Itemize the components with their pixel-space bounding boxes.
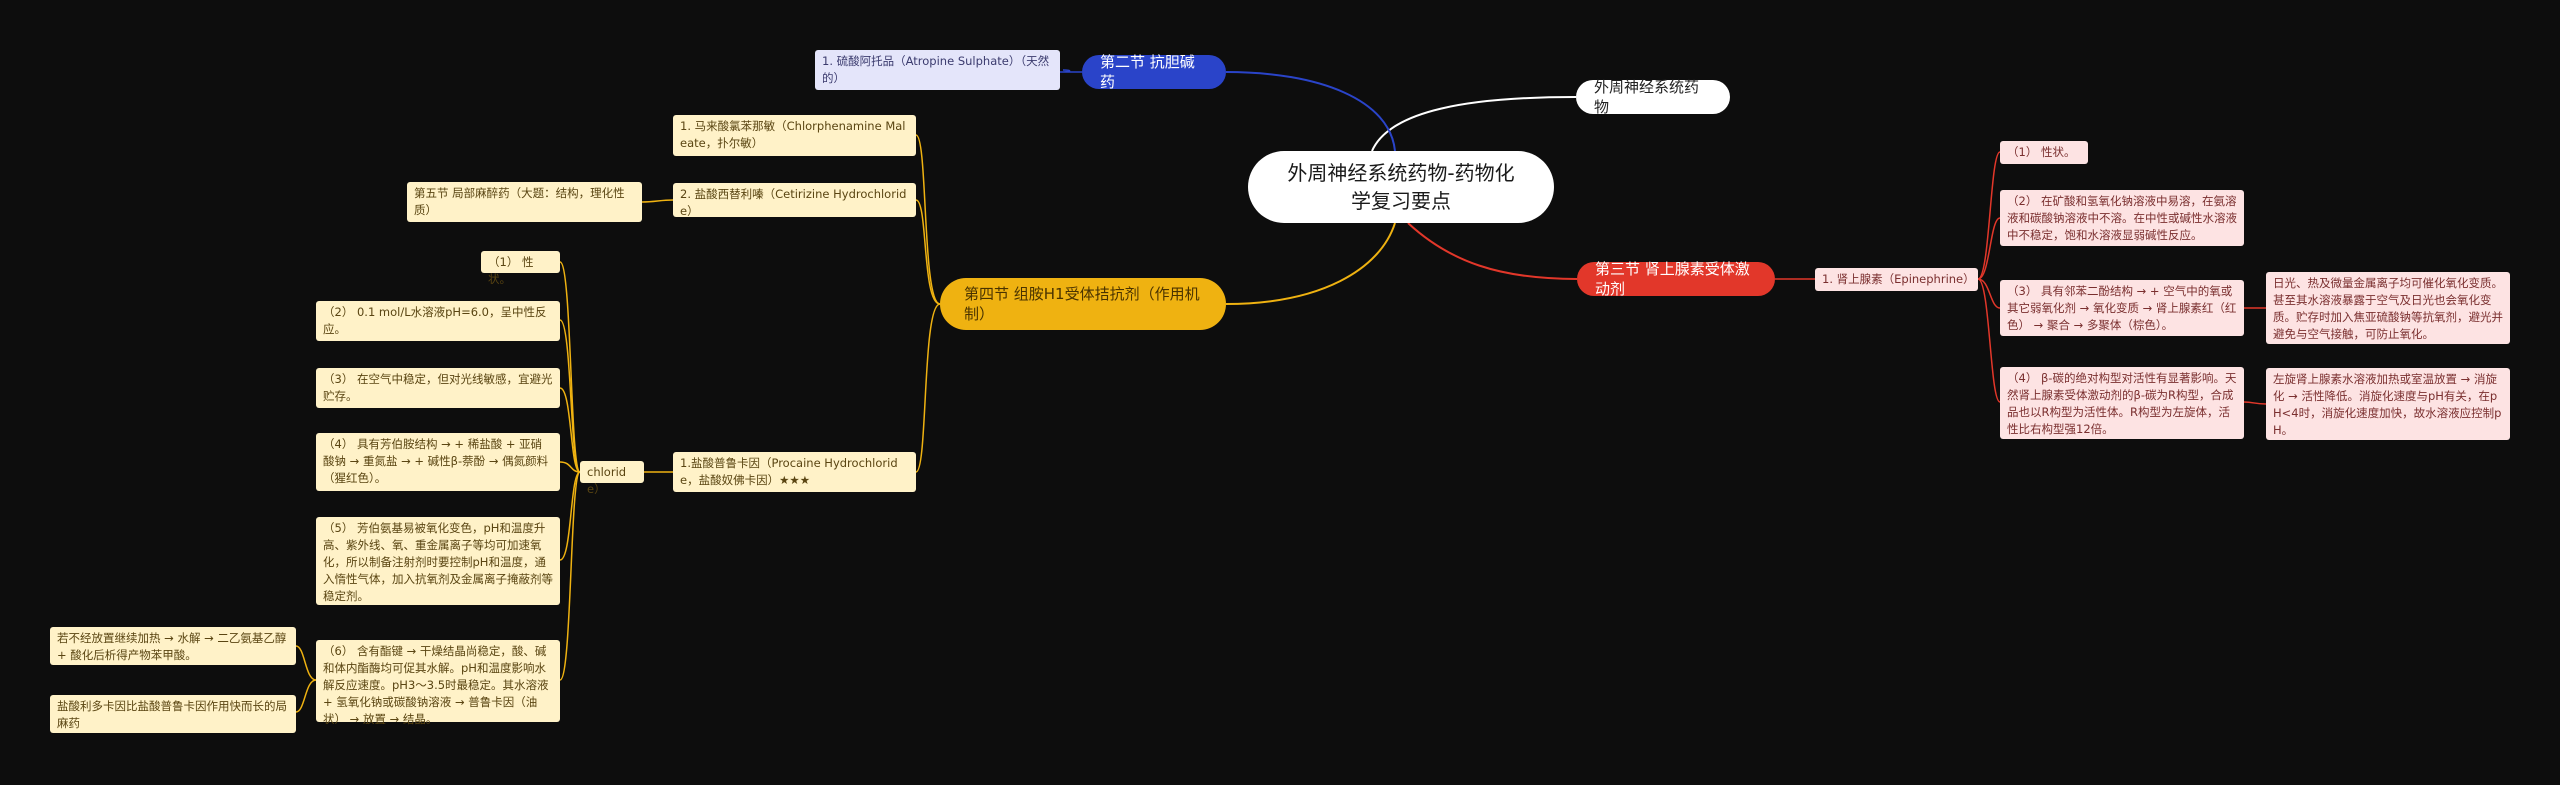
node-epinephrine-prop-1[interactable]: （1） 性状。 — [2000, 141, 2088, 164]
edge-p6-l2 — [295, 679, 317, 713]
node-epinephrine-prop-4[interactable]: （4） β-碳的绝对构型对活性有显著影响。天然肾上腺素受体激动剂的β-碳为R构型… — [2000, 367, 2244, 439]
node-procaine-prop-5[interactable]: （5） 芳伯氨基易被氧化变色，pH和温度升高、紫外线、氧、重金属离子等均可加速氧… — [316, 517, 560, 605]
node-epinephrine-detail-2[interactable]: 左旋肾上腺素水溶液加热或室温放置 → 消旋化 → 活性降低。消旋化速度与pH有关… — [2266, 368, 2510, 440]
node-procaine-prop-1[interactable]: （1） 性状。 — [481, 251, 560, 286]
node-hydrolysis-note[interactable]: 若不经放置继续加热 → 水解 → 二乙氨基乙醇 + 酸化后析得产物苯甲酸。 — [50, 627, 296, 665]
node-atropine-sulphate[interactable]: 1. 硫酸阿托品（Atropine Sulphate）（天然的） — [815, 50, 1060, 90]
node-chloride[interactable]: chloride） — [580, 461, 644, 496]
node-procaine[interactable]: 1.盐酸普鲁卡因（Procaine Hydrochloride，盐酸奴佛卡因）★… — [673, 452, 916, 492]
edge-sub-p1 — [1977, 151, 2001, 280]
edge-p6-l1 — [295, 645, 317, 681]
branch-adrenergic-agonists[interactable]: 第三节 肾上腺素受体激动剂 — [1577, 260, 1775, 298]
edge-sub-p4 — [1977, 278, 2001, 403]
node-procaine-prop-3[interactable]: （3） 在空气中稳定，但对光线敏感，宜避光贮存。 — [316, 368, 560, 408]
branch-anticholinergics[interactable]: 第二节 抗胆碱药 — [1082, 53, 1226, 91]
edge-center-blue — [1225, 71, 1396, 152]
edge-i2-side — [641, 199, 674, 203]
node-epinephrine[interactable]: 1. 肾上腺素（Epinephrine） — [1815, 268, 1978, 291]
edge-center-red — [1407, 222, 1578, 280]
central-topic[interactable]: 外周神经系统药物-药物化学复习要点 — [1248, 151, 1554, 223]
node-epinephrine-prop-3[interactable]: （3） 具有邻苯二酚结构 → + 空气中的氧或其它弱氧化剂 → 氧化变质 → 肾… — [2000, 280, 2244, 336]
node-epinephrine-prop-2[interactable]: （2） 在矿酸和氢氧化钠溶液中易溶，在氨溶液和碳酸钠溶液中不溶。在中性或碱性水溶… — [2000, 190, 2244, 246]
edge-gold-i3 — [915, 303, 941, 473]
edge-blue-item — [1059, 69, 1082, 73]
node-procaine-prop-4[interactable]: （4） 具有芳伯胺结构 → + 稀盐酸 + 亚硝酸钠 → 重氮盐 → + 碱性β… — [316, 433, 560, 491]
node-cetirizine[interactable]: 2. 盐酸西替利嗪（Cetirizine Hydrochloride） — [673, 183, 916, 218]
branch-h1-antagonists[interactable]: 第四节 组胺H1受体拮抗剂（作用机制） — [940, 278, 1226, 330]
edge-ch-p6 — [559, 471, 581, 681]
node-chlorphenamine[interactable]: 1. 马来酸氯苯那敏（Chlorphenamine Maleate，扑尔敏） — [673, 115, 916, 156]
edge-p4-d2 — [2243, 401, 2267, 405]
node-epinephrine-detail-1[interactable]: 日光、热及微量金属离子均可催化氧化变质。甚至其水溶液暴露于空气及日光也会氧化变质… — [2266, 272, 2510, 344]
edge-ch-p1 — [559, 261, 581, 473]
edge-center-gold — [1225, 222, 1396, 305]
node-lidocaine-note[interactable]: 盐酸利多卡因比盐酸普鲁卡因作用快而长的局麻药 — [50, 695, 296, 733]
node-procaine-prop-2[interactable]: （2） 0.1 mol/L水溶液pH=6.0，呈中性反应。 — [316, 301, 560, 341]
edge-center-white — [1371, 96, 1577, 152]
node-local-anesthetics[interactable]: 第五节 局部麻醉药（大题：结构，理化性质） — [407, 182, 642, 222]
branch-peripheral-drugs[interactable]: 外周神经系统药物 — [1576, 78, 1730, 116]
node-procaine-prop-6[interactable]: （6） 含有酯键 → 干燥结晶尚稳定，酸、碱和体内酯酶均可促其水解。pH和温度影… — [316, 640, 560, 726]
